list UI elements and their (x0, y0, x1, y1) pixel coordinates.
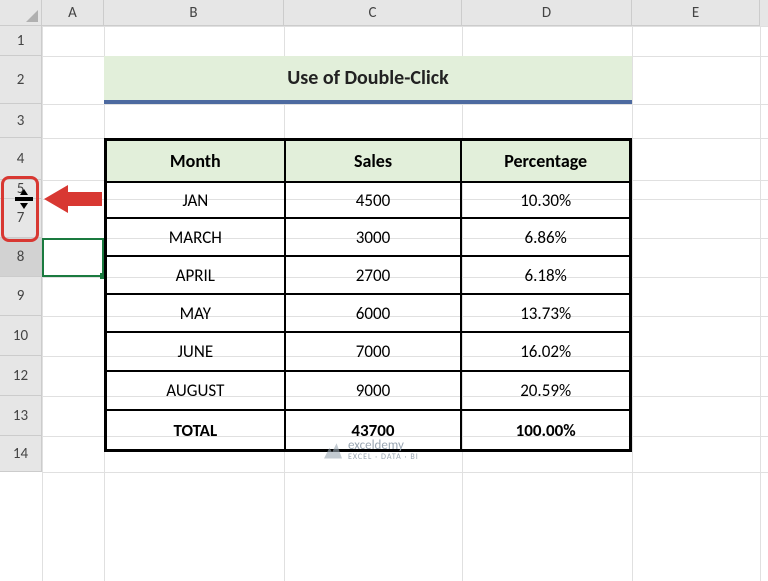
watermark-brand: exceldemy (348, 438, 404, 453)
table-header: Month (106, 140, 285, 182)
table-header: Percentage (461, 140, 630, 182)
column-header-A[interactable]: A (42, 0, 104, 26)
row-header-9[interactable]: 9 (0, 277, 42, 316)
row-header-14[interactable]: 14 (0, 436, 42, 472)
row-header-4[interactable]: 4 (0, 138, 42, 180)
table-cell: 6000 (285, 294, 462, 332)
table-cell: 2700 (285, 256, 462, 294)
data-table: MonthSalesPercentage JAN450010.30% MARCH30… (104, 138, 632, 452)
table-cell: 10.30% (461, 182, 630, 218)
table-cell: 20.59% (461, 371, 630, 410)
table-total-cell: 100.00% (461, 410, 630, 450)
watermark: exceldemyEXCEL · DATA · BI (324, 438, 419, 461)
gridline (42, 104, 768, 105)
table-cell: 4500 (285, 182, 462, 218)
gridline (42, 26, 768, 27)
gridline (760, 26, 761, 581)
row-header-10[interactable]: 10 (0, 316, 42, 356)
gridline (42, 472, 768, 473)
column-header-B[interactable]: B (104, 0, 284, 26)
page-title: Use of Double-Click (104, 56, 632, 104)
table-cell: 9000 (285, 371, 462, 410)
gridline (632, 26, 633, 581)
table-cell: 3000 (285, 218, 462, 256)
row-header-2[interactable]: 2 (0, 56, 42, 104)
column-header-C[interactable]: C (284, 0, 462, 26)
column-header-D[interactable]: D (462, 0, 632, 26)
table-cell: 7000 (285, 332, 462, 371)
row-header-3[interactable]: 3 (0, 104, 42, 138)
table-cell: MAY (106, 294, 285, 332)
gridline (42, 26, 43, 581)
table-cell: APRIL (106, 256, 285, 294)
grid-area[interactable]: Use of Double-Click MonthSalesPercentage J… (42, 26, 768, 581)
row-header-13[interactable]: 13 (0, 396, 42, 436)
column-header-E[interactable]: E (632, 0, 760, 26)
active-cell-indicator (42, 238, 104, 277)
chart-icon (324, 441, 342, 459)
select-all-corner[interactable] (0, 0, 42, 26)
table-cell: JUNE (106, 332, 285, 371)
select-all-icon (26, 10, 38, 22)
row-header-5[interactable]: 5 (0, 180, 42, 199)
table-cell: 6.18% (461, 256, 630, 294)
spreadsheet-viewport: ABCDE 1234578910121314 Use of Double-Cli… (0, 0, 768, 581)
row-header-1[interactable]: 1 (0, 26, 42, 56)
row-header-12[interactable]: 12 (0, 356, 42, 396)
table-cell: MARCH (106, 218, 285, 256)
table-cell: 16.02% (461, 332, 630, 371)
table-header: Sales (285, 140, 462, 182)
table-cell: 6.86% (461, 218, 630, 256)
column-headers: ABCDE (42, 0, 768, 26)
table-cell: AUGUST (106, 371, 285, 410)
row-headers: 1234578910121314 (0, 26, 42, 472)
watermark-sub: EXCEL · DATA · BI (348, 453, 419, 461)
row-header-8[interactable]: 8 (0, 238, 42, 277)
table-cell: JAN (106, 182, 285, 218)
table-total-cell: TOTAL (106, 410, 285, 450)
row-header-7[interactable]: 7 (0, 199, 42, 238)
table-cell: 13.73% (461, 294, 630, 332)
